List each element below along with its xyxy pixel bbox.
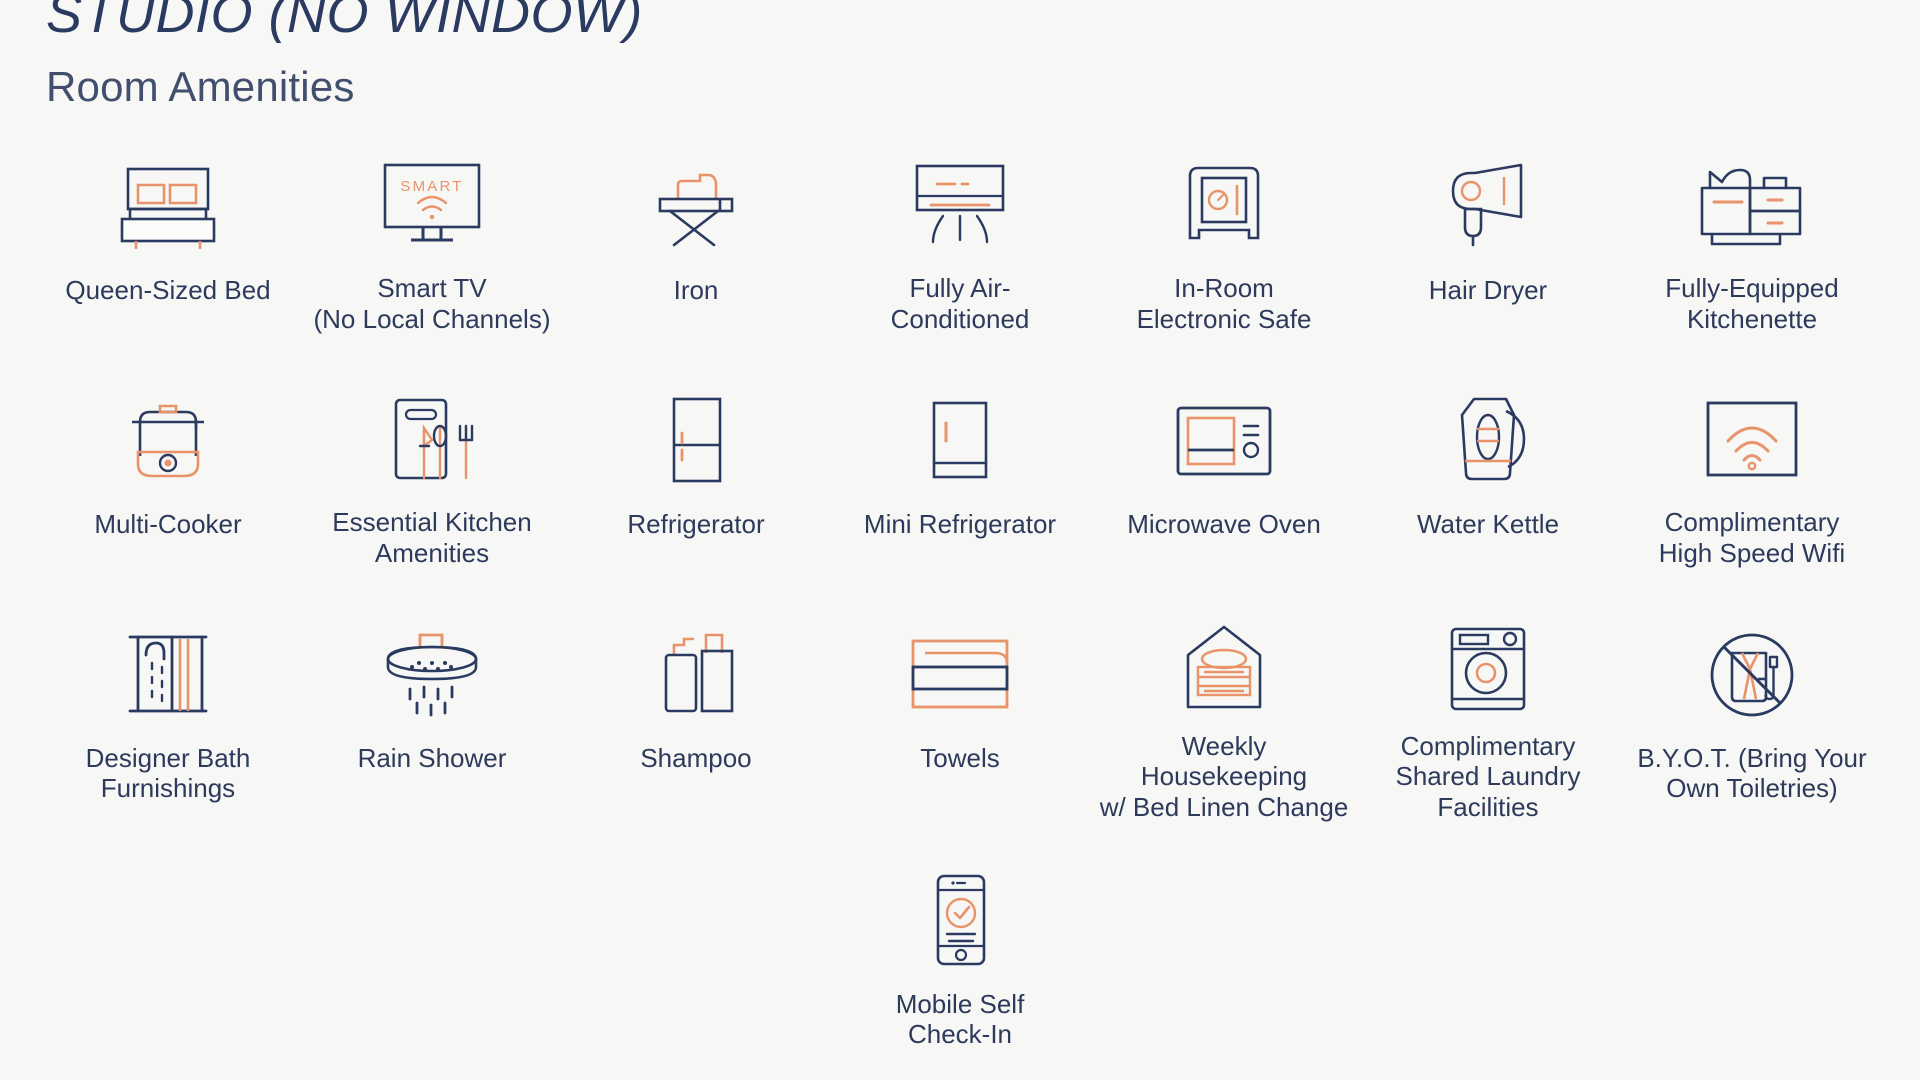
amenity-label: Essential Kitchen Amenities [332,507,532,569]
wifi-icon [1694,387,1810,494]
amenity-item-electronic-safe: In-Room Electronic Safe [1092,149,1356,345]
amenity-label: Microwave Oven [1127,508,1321,539]
spacer-cell [564,863,828,1063]
no-toiletries-icon [1702,621,1802,729]
safe-icon [1178,153,1270,260]
amenity-item-queen-sized-bed: Queen-Sized Bed [36,149,300,345]
kitchen-utensils-icon [378,387,486,494]
amenity-item-wifi: Complimentary High Speed Wifi [1620,383,1884,579]
amenity-item-housekeeping: Weekly Housekeeping w/ Bed Linen Change [1092,617,1356,825]
amenity-label: Mini Refrigerator [863,508,1057,539]
amenity-label: Water Kettle [1416,508,1560,539]
towels-icon [901,621,1019,729]
amenities-row-2: Multi-Cooker Essential Kitchen Amenities… [0,383,1920,579]
refrigerator-icon [658,387,734,495]
amenity-label: Hair Dryer [1428,274,1548,305]
amenity-item-bath-furnishings: Designer Bath Furnishings [36,617,300,825]
section-title: Room Amenities [46,62,355,110]
spacer-cell [1092,863,1356,1063]
shampoo-icon [644,621,748,729]
amenity-label: Designer Bath Furnishings [85,742,251,804]
amenity-label: Complimentary High Speed Wifi [1658,507,1846,569]
amenity-label: Iron [673,274,719,305]
amenity-item-microwave: Microwave Oven [1092,383,1356,579]
amenity-label: Smart TV (No Local Channels) [313,273,551,335]
amenity-label: B.Y.O.T. (Bring Your Own Toiletries) [1637,742,1867,804]
amenity-item-iron: Iron [564,149,828,345]
bath-curtain-icon [116,621,220,729]
spacer-cell [36,863,300,1063]
iron-icon [642,153,750,261]
amenity-item-byot: B.Y.O.T. (Bring Your Own Toiletries) [1620,617,1884,825]
amenities-row-3: Designer Bath Furnishings Rain Shower Sh… [0,617,1920,825]
page-header: STUDIO (NO WINDOW) Room Amenities [0,0,1920,111]
amenity-label: Mobile Self Check-In [895,988,1025,1050]
amenity-item-kitchenette: Fully-Equipped Kitchenette [1620,149,1884,345]
amenity-item-hair-dryer: Hair Dryer [1356,149,1620,345]
amenity-item-refrigerator: Refrigerator [564,383,828,579]
amenity-label: Weekly Housekeeping w/ Bed Linen Change [1099,730,1349,823]
amenity-item-mini-refrigerator: Mini Refrigerator [828,383,1092,579]
amenity-item-shampoo: Shampoo [564,617,828,825]
amenities-row-4: Mobile Self Check-In [0,863,1920,1063]
amenity-label: Refrigerator [627,508,765,539]
room-amenities-page: STUDIO (NO WINDOW) Room Amenities Queen-… [0,0,1920,1066]
svg-text:SMART: SMART [400,178,463,195]
spacer-cell [300,863,564,1063]
page-title: STUDIO (NO WINDOW) [46,0,643,44]
amenity-item-laundry: Complimentary Shared Laundry Facilities [1356,617,1620,825]
amenity-label: Queen-Sized Bed [65,274,271,305]
rain-shower-icon [372,621,492,729]
amenity-label: Multi-Cooker [94,508,242,539]
housekeeping-icon [1172,621,1276,717]
amenity-item-towels: Towels [828,617,1092,825]
microwave-icon [1168,387,1280,495]
smart-tv-icon: SMART [373,153,491,260]
amenity-label: Fully Air- Conditioned [890,273,1030,335]
hair-dryer-icon [1437,153,1539,261]
amenity-item-kitchen-amenities: Essential Kitchen Amenities [300,383,564,579]
amenity-item-smart-tv: SMART Smart TV (No Local Channels) [300,149,564,345]
kettle-icon [1440,387,1536,495]
amenity-item-water-kettle: Water Kettle [1356,383,1620,579]
amenity-label: Towels [920,742,1000,773]
bed-icon [116,153,220,261]
air-conditioner-icon [905,153,1015,260]
amenity-label: Fully-Equipped Kitchenette [1665,273,1839,335]
spacer-cell [1356,863,1620,1063]
amenity-item-multi-cooker: Multi-Cooker [36,383,300,579]
amenity-item-rain-shower: Rain Shower [300,617,564,825]
amenity-label: Shampoo [640,742,752,773]
amenities-row-1: Queen-Sized Bed SMART Smart TV (No Local… [0,149,1920,345]
multi-cooker-icon [116,387,220,495]
amenity-label: Rain Shower [357,742,507,773]
amenity-item-air-conditioned: Fully Air- Conditioned [828,149,1092,345]
amenity-item-mobile-checkin: Mobile Self Check-In [828,863,1092,1063]
mobile-checkin-icon [924,867,996,975]
spacer-cell [1620,863,1884,1063]
amenity-label: Complimentary Shared Laundry Facilities [1395,730,1581,823]
mini-refrigerator-icon [920,387,1000,495]
kitchenette-icon [1688,153,1816,260]
washing-machine-icon [1440,621,1536,717]
amenity-label: In-Room Electronic Safe [1136,273,1312,335]
